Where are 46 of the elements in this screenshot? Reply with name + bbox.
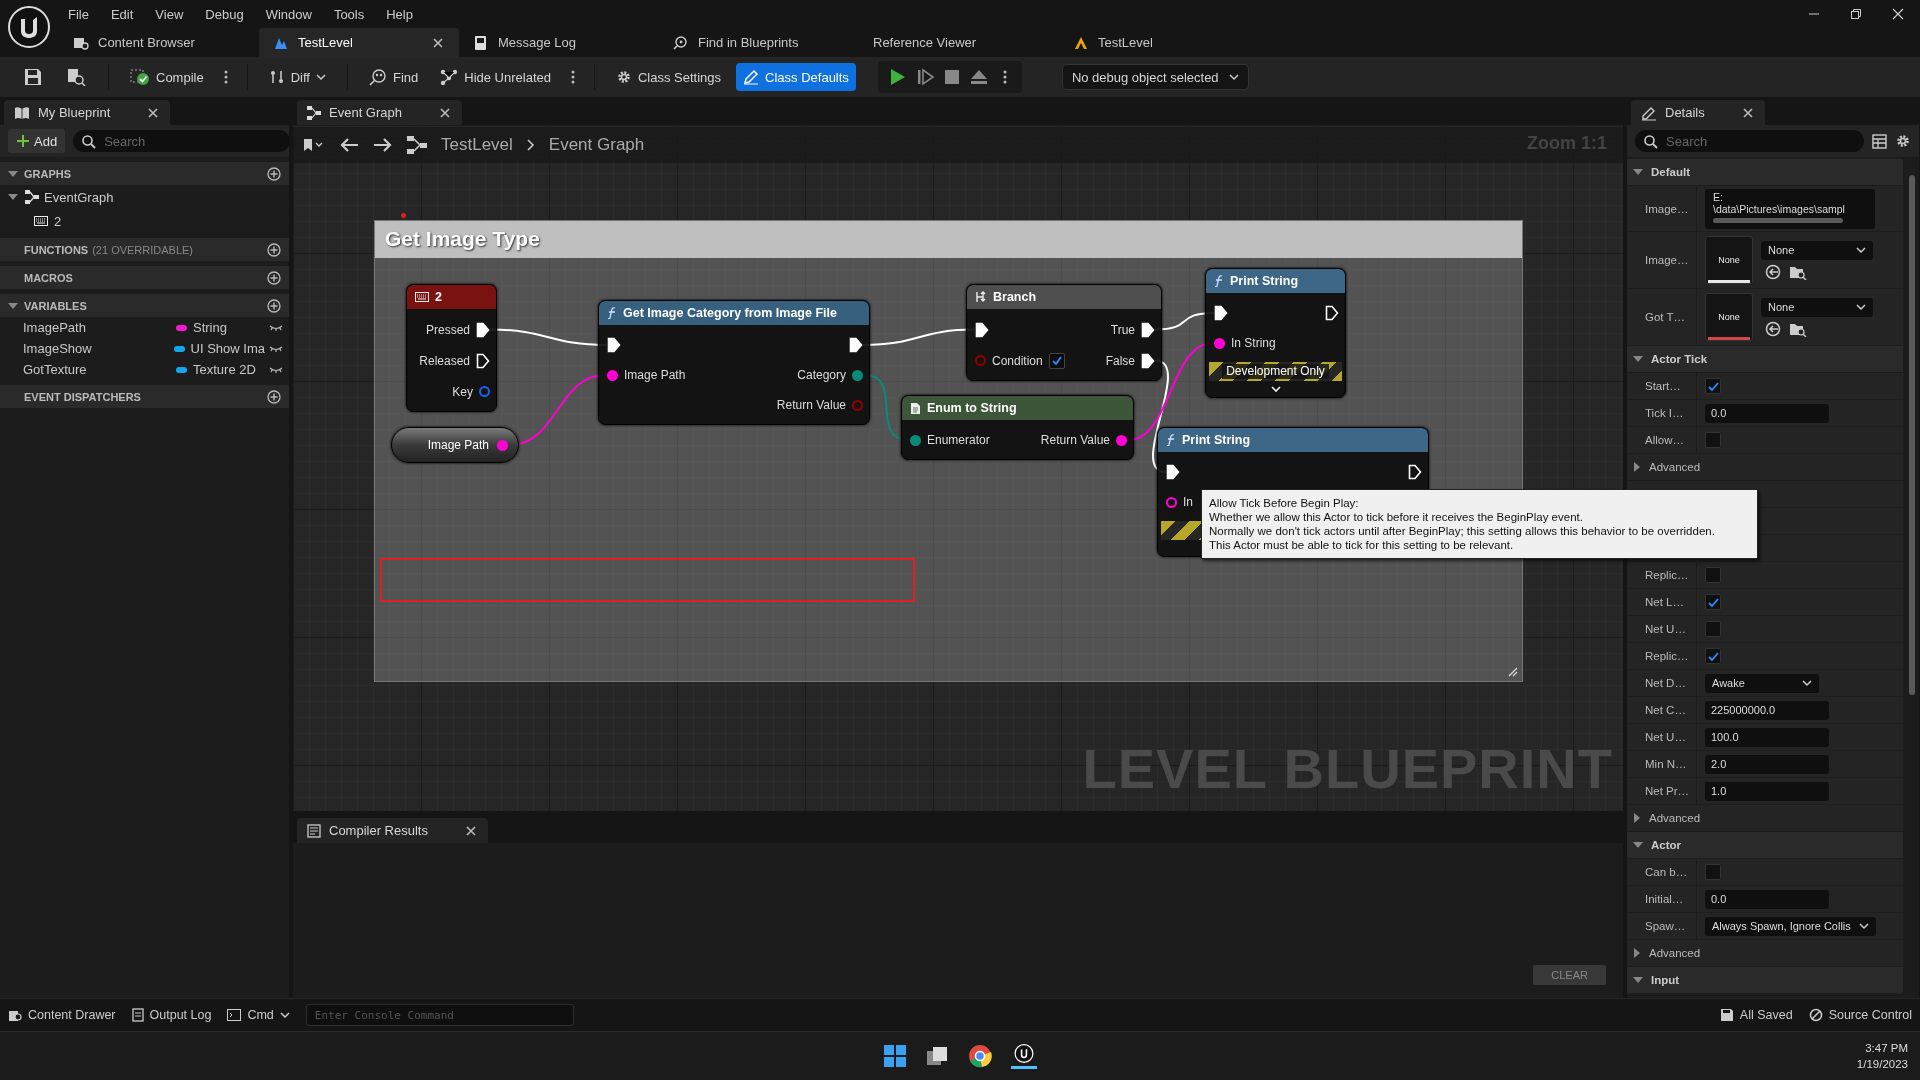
property-label: Spaw… [1627,913,1697,939]
path-text: \data\Pictures\images\sampl [1713,202,1846,215]
property-label: Net L… [1627,589,1697,615]
property-label: Allow… [1627,427,1697,453]
node-title: 2 [435,290,442,304]
tooltip-line: This Actor must be able to tick for this setting to be relevant. [1209,538,1515,552]
property-label: Image… [1627,186,1697,231]
property-label: Net Pr… [1627,778,1697,804]
property-label: Net C… [1627,697,1697,723]
property-label: Replic… [1627,562,1697,588]
property-label: Min N… [1627,751,1697,777]
pin-label: Enumerator [927,433,990,447]
pin-label: True [1110,322,1135,337]
property-label: Replic… [1627,643,1697,669]
section-note: (21 OVERRIDABLE) [92,243,194,256]
property-label: Start… [1627,373,1697,399]
development-only-label: Development Only [1222,364,1329,379]
pin-label: Pressed [425,322,470,337]
node-title: Image Path [427,438,489,452]
pin-label: Released [419,353,470,368]
tooltip-line: Allow Tick Before Begin Play: [1209,496,1360,510]
pin-label: Key [452,384,473,399]
pin-label: Return Value [776,398,846,412]
property-label: Net D… [1627,670,1697,696]
pin-label: Return Value [1040,433,1110,447]
pin-label: False [1105,353,1135,368]
path-text: E: [1713,190,1724,203]
node-title: Print String [1230,274,1299,288]
property-label: Initial… [1627,886,1697,912]
pin-label: In String [1231,336,1276,350]
clock-date: 1/19/2023 [1856,1057,1908,1072]
pin-label: In [1183,495,1193,509]
property-label: Image… [1627,232,1697,288]
property-label: Tick I… [1627,400,1697,426]
pin-label: Condition [992,353,1043,368]
property-label: Net U… [1627,724,1697,750]
property-label: Net U… [1627,616,1697,642]
node-title: Branch [993,290,1037,304]
node-title: Print String [1182,433,1251,447]
clock-time: 3:47 PM [1864,1041,1908,1056]
node-title: Enum to String [927,401,1017,415]
node-title: Get Image Category from Image File [623,306,837,320]
property-label: Can b… [1627,859,1697,885]
pin-label: Image Path [624,368,686,382]
pin-label: Category [797,368,846,382]
property-label: Got T… [1627,289,1697,345]
